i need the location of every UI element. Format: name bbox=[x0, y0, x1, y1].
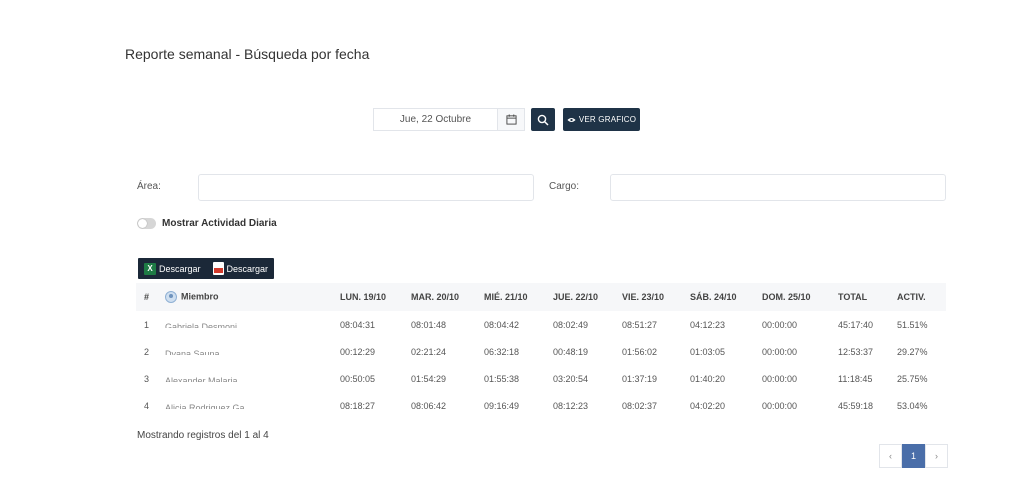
download-buttons: X Descargar Descargar bbox=[138, 258, 275, 279]
date-picker[interactable]: Jue, 22 Octubre bbox=[373, 108, 525, 131]
eye-icon bbox=[567, 117, 576, 122]
header-day[interactable]: JUE. 22/10 bbox=[553, 292, 598, 302]
cell-value: 01:56:02 bbox=[622, 346, 658, 357]
ver-grafico-button[interactable]: VER GRAFICO bbox=[563, 108, 640, 131]
cell-value: 01:40:20 bbox=[690, 373, 726, 384]
download-excel-label: Descargar bbox=[159, 263, 201, 274]
row-index: 4 bbox=[144, 400, 150, 411]
cell-value: 08:02:37 bbox=[622, 400, 658, 411]
daily-activity-toggle-row: Mostrar Actividad Diaria bbox=[137, 218, 277, 229]
calendar-button[interactable] bbox=[497, 108, 525, 131]
cell-value: 00:00:00 bbox=[762, 346, 798, 357]
cell-value: 51.51% bbox=[897, 319, 928, 330]
cell-value: 01:37:19 bbox=[622, 373, 658, 384]
weekly-report-page: Reporte semanal - Búsqueda por fecha Jue… bbox=[0, 0, 1024, 500]
header-day[interactable]: SÁB. 24/10 bbox=[690, 292, 737, 302]
cell-value: 06:32:18 bbox=[484, 346, 520, 357]
cell-value: 08:04:42 bbox=[484, 319, 520, 330]
row-index: 3 bbox=[144, 373, 150, 384]
pagination-next[interactable]: › bbox=[925, 444, 948, 468]
pagination: ‹ 1 › bbox=[879, 444, 948, 468]
cell-value: 04:12:23 bbox=[690, 319, 726, 330]
header-day[interactable]: LUN. 19/10 bbox=[340, 292, 386, 302]
cell-value: 08:02:49 bbox=[553, 319, 589, 330]
search-icon bbox=[537, 114, 549, 126]
table-row: 3 Alexander Malaria 00:50:05 01:54:29 01:55:… bbox=[136, 365, 946, 392]
pdf-icon bbox=[212, 262, 224, 275]
header-member-label: Miembro bbox=[181, 291, 219, 302]
cell-value: 00:50:05 bbox=[340, 373, 376, 384]
cell-value: 04:02:20 bbox=[690, 400, 726, 411]
member-name: Gabriela Desmoni bbox=[165, 322, 238, 328]
cell-value: 08:04:31 bbox=[340, 319, 376, 330]
header-day[interactable]: MAR. 20/10 bbox=[411, 292, 459, 302]
search-button[interactable] bbox=[531, 108, 555, 131]
cell-value: 00:00:00 bbox=[762, 400, 798, 411]
cell-value: 11:18:45 bbox=[838, 373, 873, 384]
daily-activity-toggle-label: Mostrar Actividad Diaria bbox=[162, 218, 277, 229]
cell-value: 01:55:38 bbox=[484, 373, 520, 384]
cell-value: 03:20:54 bbox=[553, 373, 589, 384]
cell-value: 01:03:05 bbox=[690, 346, 726, 357]
cell-value: 00:00:00 bbox=[762, 373, 798, 384]
cell-value: 45:59:18 bbox=[838, 400, 874, 411]
excel-icon: X bbox=[144, 262, 156, 275]
header-activity[interactable]: ACTIV. bbox=[897, 292, 926, 302]
cell-value: 08:51:27 bbox=[622, 319, 658, 330]
cell-value: 02:21:24 bbox=[411, 346, 447, 357]
page-title: Reporte semanal - Búsqueda por fecha bbox=[125, 46, 370, 62]
cell-value: 53.04% bbox=[897, 400, 928, 411]
cell-value: 09:16:49 bbox=[484, 400, 520, 411]
cell-value: 00:48:19 bbox=[553, 346, 589, 357]
cell-value: 08:12:23 bbox=[553, 400, 589, 411]
table-row: 2 Dyana Sauna 00:12:29 02:21:24 06:32:18 00:4… bbox=[136, 338, 946, 365]
member-name: Alexander Malaria bbox=[165, 376, 238, 382]
header-total[interactable]: TOTAL bbox=[838, 292, 867, 302]
row-index: 2 bbox=[144, 346, 150, 357]
member-name: Dyana Sauna bbox=[165, 349, 220, 355]
cell-value: 00:00:00 bbox=[762, 319, 798, 330]
daily-activity-toggle[interactable] bbox=[137, 218, 156, 229]
user-icon bbox=[165, 291, 177, 303]
cell-value: 08:18:27 bbox=[340, 400, 376, 411]
download-excel-button[interactable]: X Descargar bbox=[144, 262, 201, 275]
cell-value: 08:06:42 bbox=[411, 400, 447, 411]
records-info: Mostrando registros del 1 al 4 bbox=[137, 430, 269, 441]
cell-value: 00:12:29 bbox=[340, 346, 376, 357]
cell-value: 08:01:48 bbox=[411, 319, 447, 330]
table-row: 4 Alicia Rodriguez Gabriel 08:18:27 08:06:4… bbox=[136, 392, 946, 419]
table-body: 1 Gabriela Desmoni 08:04:31 08:01:48 08:04:4… bbox=[136, 311, 946, 419]
pagination-page[interactable]: 1 bbox=[902, 444, 925, 468]
member-name: Alicia Rodriguez Gabriel bbox=[165, 403, 245, 409]
cell-value: 01:54:29 bbox=[411, 373, 447, 384]
header-index: # bbox=[144, 292, 150, 302]
calendar-icon bbox=[505, 114, 517, 125]
header-day[interactable]: VIE. 23/10 bbox=[622, 292, 664, 302]
ver-grafico-label: VER GRAFICO bbox=[578, 115, 637, 124]
table-row: 1 Gabriela Desmoni 08:04:31 08:01:48 08:04:4… bbox=[136, 311, 946, 338]
cell-value: 29.27% bbox=[897, 346, 928, 357]
header-day[interactable]: DOM. 25/10 bbox=[762, 292, 811, 302]
table-header: # Miembro LUN. 19/10 MAR. 20/10 MIÉ. 21/… bbox=[136, 283, 946, 311]
cargo-field[interactable] bbox=[610, 174, 946, 201]
cell-value: 12:53:37 bbox=[838, 346, 874, 357]
cell-value: 25.75% bbox=[897, 373, 928, 384]
cargo-label: Cargo: bbox=[549, 181, 580, 192]
date-input[interactable]: Jue, 22 Octubre bbox=[373, 108, 497, 131]
cell-value: 45:17:40 bbox=[838, 319, 874, 330]
row-index: 1 bbox=[144, 319, 150, 330]
weekly-report-table: # Miembro LUN. 19/10 MAR. 20/10 MIÉ. 21/… bbox=[136, 283, 946, 419]
download-pdf-button[interactable]: Descargar bbox=[212, 262, 269, 275]
area-label: Área: bbox=[137, 181, 161, 192]
pagination-prev[interactable]: ‹ bbox=[879, 444, 902, 468]
download-pdf-label: Descargar bbox=[226, 263, 269, 274]
header-day[interactable]: MIÉ. 21/10 bbox=[484, 292, 528, 302]
header-member[interactable]: Miembro bbox=[165, 291, 219, 303]
area-field[interactable] bbox=[198, 174, 534, 201]
